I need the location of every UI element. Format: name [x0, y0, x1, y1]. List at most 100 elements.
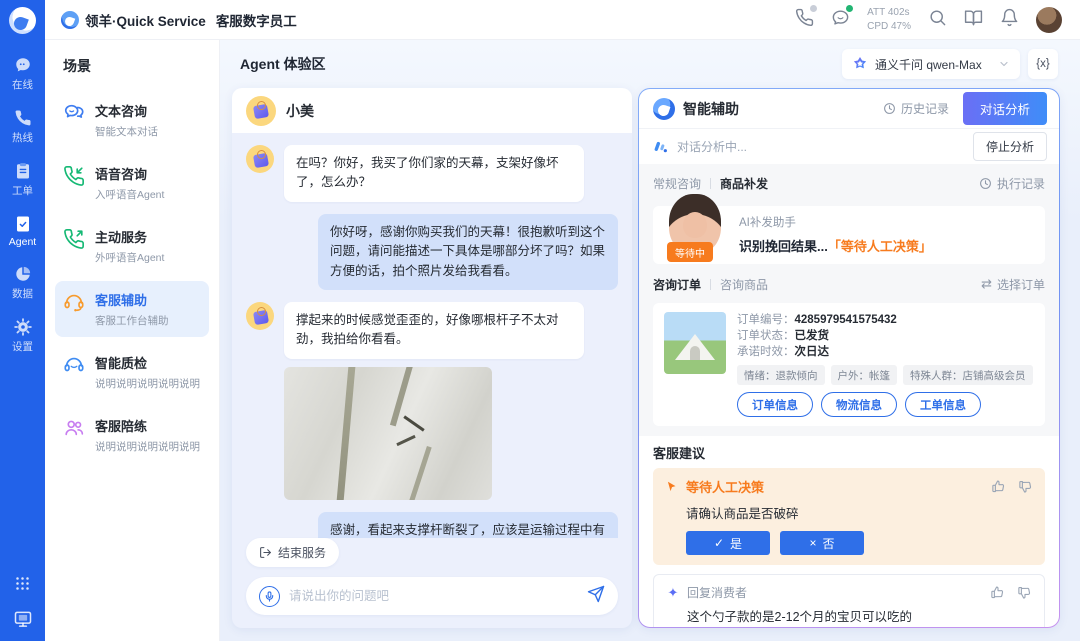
rail-item-label: 工单 [12, 185, 33, 197]
exec-log-button[interactable]: 执行记录 [979, 175, 1045, 192]
sidebar-item-agent-training[interactable]: 客服陪练 说明说明说明说明说明 [55, 407, 209, 463]
order-info-button[interactable]: 订单信息 [737, 392, 813, 417]
bell-icon[interactable] [1000, 8, 1019, 32]
stop-analysis-button[interactable]: 停止分析 [972, 132, 1047, 161]
decision-title: 等待人工决策 [686, 480, 765, 495]
sidebar-item-text-consult[interactable]: 文本咨询 智能文本对话 [55, 92, 209, 148]
headset-icon [64, 294, 84, 312]
monitor-icon[interactable] [13, 609, 33, 629]
thumbs-up-icon[interactable] [990, 585, 1005, 600]
agent-badge-icon [16, 216, 29, 232]
rail-item-label: 数据 [12, 288, 33, 300]
rail-item-hotline[interactable]: 热线 [0, 109, 45, 145]
left-rail: 在线 热线 工单 Agent 数据 设置 [0, 0, 45, 641]
clipboard-icon [16, 163, 29, 179]
rail-item-label: 热线 [12, 132, 33, 144]
exec-log-label: 执行记录 [996, 176, 1045, 191]
select-order-button[interactable]: ⇄ 选择订单 [981, 276, 1045, 293]
customer-message: 在吗？你好，我买了你们家的天幕，支架好像坏了，怎么办？ [284, 145, 584, 202]
analyze-button[interactable]: 对话分析 [962, 92, 1047, 125]
message-row: 你好呀，感谢你购买我们的天幕！很抱歉听到这个问题，请问能描述一下具体是哪部分坏了… [246, 213, 618, 290]
knowledge-book-icon[interactable] [964, 8, 983, 32]
customer-message: 撑起来的时候感觉歪歪的，好像哪根杆子不太对劲，我拍给你看看。 [284, 301, 584, 359]
suggestion-title: 客服建议 [653, 446, 706, 461]
sidebar-item-agent-assist[interactable]: 客服辅助 客服工作台辅助 [55, 281, 209, 337]
rail-item-agent[interactable]: Agent [0, 215, 45, 248]
history-button[interactable]: 历史记录 [883, 100, 949, 117]
message-row: 在吗？你好，我买了你们家的天幕，支架好像坏了，怎么办？ [246, 145, 618, 202]
history-label: 历史记录 [900, 102, 949, 116]
sparkle-icon: ✦ [667, 584, 679, 600]
chat-input[interactable] [289, 589, 578, 603]
brand-logo-icon [61, 10, 79, 29]
main-area: Agent 体验区 通义千问 qwen-Max {x} 小美 在吗？你好，我买了… [220, 40, 1080, 641]
no-button[interactable]: × 否 [780, 531, 864, 555]
sidebar-item-proactive-service[interactable]: 主动服务 外呼语音Agent [55, 218, 209, 274]
brand: 领羊·Quick Service [61, 10, 206, 30]
yes-label: 是 [730, 536, 743, 551]
analysis-pulse-icon [654, 141, 667, 152]
rail-item-ticket[interactable]: 工单 [0, 162, 45, 198]
app-title: 客服数字员工 [215, 13, 297, 29]
swap-icon: ⇄ [981, 276, 992, 291]
model-select[interactable]: 通义千问 qwen-Max [842, 49, 1020, 79]
scenario-name[interactable]: 商品补发 [720, 175, 768, 192]
agent-stats: ATT 402s CPD 47% [867, 6, 911, 33]
reply-text-line: 这个勺子款的是2-12个月的宝贝可以吃的 [687, 610, 913, 624]
decision-question: 请确认商品是否破碎 [686, 507, 799, 521]
sidebar-title: 场景 [63, 58, 91, 74]
scene-subtitle: 客服工作台辅助 [95, 315, 169, 327]
rail-item-label: 在线 [12, 79, 33, 91]
people-icon [65, 420, 84, 436]
field-value: 4285979541575432 [794, 314, 897, 326]
assist-title: 智能辅助 [683, 100, 739, 117]
customer-avatar [246, 301, 274, 330]
scene-title: 智能质检 [95, 356, 148, 371]
chat-header: 小美 [232, 88, 632, 133]
scenario-category[interactable]: 常规咨询 [653, 175, 701, 192]
top-header: 领羊·Quick Service 客服数字员工 ATT 402s CPD 47% [45, 0, 1080, 40]
yes-button[interactable]: ✓ 是 [686, 531, 770, 555]
user-avatar[interactable] [1036, 6, 1062, 33]
thumbs-down-icon[interactable] [1017, 585, 1032, 600]
chat-status-dot [846, 4, 854, 12]
divider [710, 278, 712, 290]
clock-icon [884, 103, 895, 114]
thumbs-down-icon[interactable] [1018, 479, 1033, 494]
rail-item-data[interactable]: 数据 [0, 265, 45, 301]
reply-suggestion-card: ✦ 回复消费者 这个勺子款的是2-12个月的宝贝可以吃的 常规的是4个月以上幼猫… [653, 574, 1045, 627]
customer-avatar [246, 95, 276, 126]
broken-tent-pole-photo[interactable] [284, 366, 492, 500]
sidebar-item-voice-consult[interactable]: 语音咨询 入呼语音Agent [55, 155, 209, 211]
assist-header: 智能辅助 历史记录 对话分析 [639, 89, 1059, 129]
tab-order-inquiry[interactable]: 咨询订单 [653, 276, 701, 293]
reply-title: 回复消费者 [687, 586, 748, 600]
rail-item-online[interactable]: 在线 [0, 56, 45, 92]
scene-subtitle: 智能文本对话 [95, 126, 158, 138]
search-icon[interactable] [928, 8, 947, 32]
field-label: 承诺时效： [737, 346, 795, 358]
phone-icon [15, 110, 31, 126]
phone-status-dot [810, 4, 818, 12]
scene-subtitle: 说明说明说明说明说明 [95, 378, 200, 390]
apps-grid-icon[interactable] [15, 576, 30, 591]
page-title: Agent 体验区 [240, 56, 326, 72]
ticket-info-button[interactable]: 工单信息 [905, 392, 981, 417]
rail-item-settings[interactable]: 设置 [0, 318, 45, 354]
chat-status-icon[interactable] [831, 4, 854, 32]
send-icon[interactable] [587, 585, 605, 608]
end-service-button[interactable]: 结束服务 [246, 538, 340, 567]
divider [710, 177, 712, 189]
logistics-info-button[interactable]: 物流信息 [821, 392, 897, 417]
mic-icon[interactable] [259, 585, 280, 607]
tab-product-inquiry[interactable]: 咨询商品 [720, 276, 768, 293]
thumbs-up-icon[interactable] [991, 479, 1006, 494]
phone-status-icon[interactable] [795, 4, 818, 32]
cpd-stat: CPD 47% [867, 20, 911, 32]
assist-panel-border: 智能辅助 历史记录 对话分析 对话分析中... 停止分析 常规咨询 商品补发 执… [638, 88, 1060, 628]
rail-item-label: 设置 [12, 341, 33, 353]
code-variables-button[interactable]: {x} [1028, 49, 1058, 79]
clock-icon [980, 177, 991, 189]
agent-message: 感谢，看起来支撑杆断裂了，应该是运输过程中有点损坏。没关系，咱们可以免费为你更换… [318, 511, 618, 538]
sidebar-item-quality-check[interactable]: 智能质检说明说明说明说明说明 [55, 344, 209, 400]
